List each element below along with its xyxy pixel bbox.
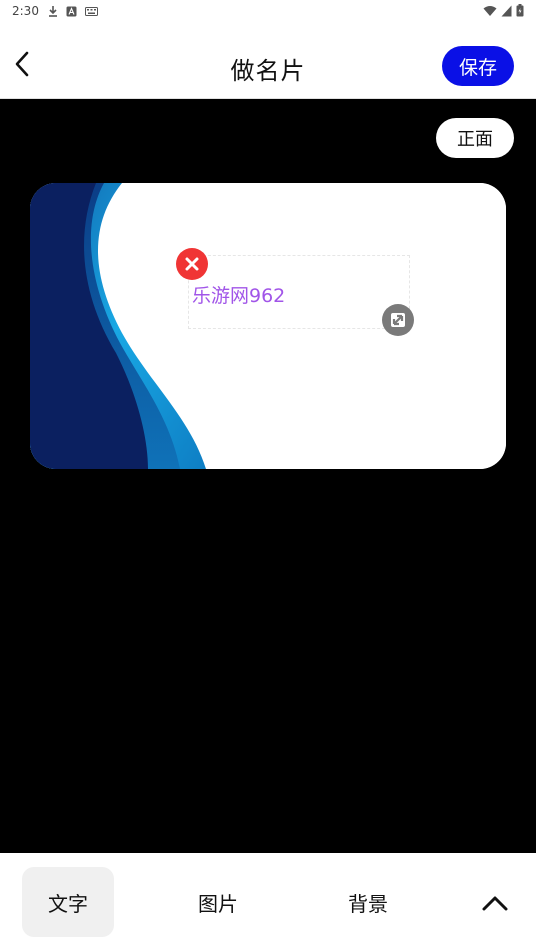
- tab-background[interactable]: 背景: [322, 867, 414, 937]
- wifi-icon: [483, 5, 497, 16]
- business-card[interactable]: 乐游网962: [30, 183, 506, 469]
- save-button[interactable]: 保存: [442, 46, 514, 86]
- close-icon: [185, 257, 199, 271]
- bottom-tab-bar: 文字 图片 背景: [0, 853, 536, 952]
- screen: 2:30 做名片 保存 正面 乐游网962 文字 图片 背景: [0, 0, 536, 952]
- chevron-up-icon: [482, 896, 508, 911]
- tab-text[interactable]: 文字: [22, 867, 114, 937]
- status-icons-left: [48, 5, 98, 17]
- keyboard-icon: [85, 6, 98, 16]
- status-time: 2:30: [12, 4, 39, 18]
- download-icon: [49, 6, 57, 17]
- status-icons-right: [483, 4, 524, 17]
- tab-image[interactable]: 图片: [172, 867, 264, 937]
- card-side-toggle[interactable]: 正面: [436, 118, 514, 158]
- resize-icon: [391, 313, 405, 327]
- status-bar: 2:30: [0, 0, 536, 24]
- cellular-signal-icon: [501, 5, 512, 16]
- delete-element-button[interactable]: [176, 248, 208, 280]
- app-header: 做名片 保存: [0, 24, 536, 99]
- resize-element-handle[interactable]: [382, 304, 414, 336]
- a-box-icon: [66, 6, 77, 16]
- card-text[interactable]: 乐游网962: [192, 281, 285, 308]
- expand-panel-button[interactable]: [472, 883, 518, 923]
- battery-icon: [516, 4, 524, 17]
